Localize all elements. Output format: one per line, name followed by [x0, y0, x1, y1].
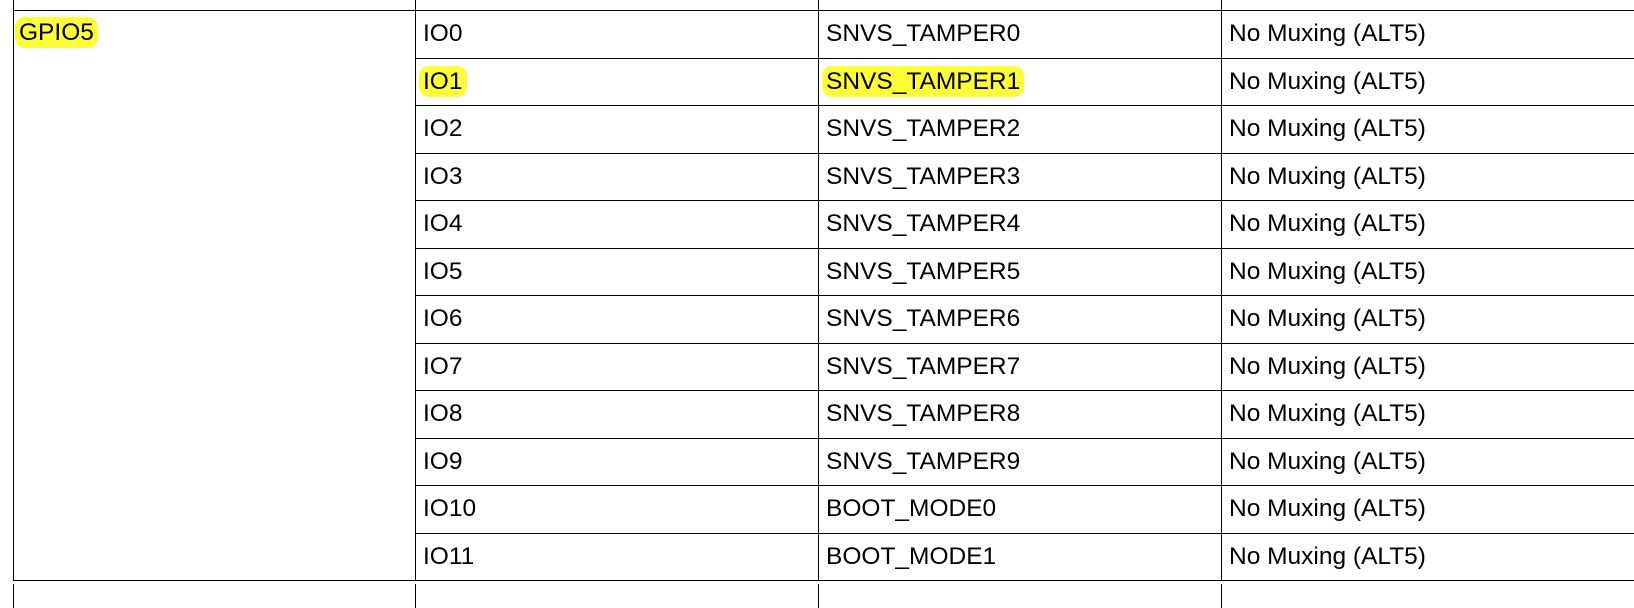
pad-name-text: SNVS_TAMPER1: [822, 65, 1025, 97]
pad-name-text: SNVS_TAMPER6: [826, 305, 1021, 333]
mux-mode-cell: No Muxing (ALT5): [1221, 342, 1634, 391]
pad-name-cell: BOOT_MODE0: [818, 485, 1222, 534]
mux-mode-cell: No Muxing (ALT5): [1221, 437, 1634, 486]
mux-mode-text: No Muxing (ALT5): [1229, 115, 1426, 143]
io-cell: IO3: [415, 152, 819, 201]
mux-mode-cell: No Muxing (ALT5): [1221, 390, 1634, 439]
pad-name-text: SNVS_TAMPER5: [826, 257, 1021, 285]
table-body: GPIO5 IO0 SNVS_TAMPER0 No Muxing (ALT5) IO…: [13, 10, 1634, 581]
table-rule-stub: [818, 584, 819, 608]
io-text: IO2: [423, 115, 463, 143]
mux-mode-text: No Muxing (ALT5): [1229, 305, 1426, 333]
mux-mode-text: No Muxing (ALT5): [1229, 20, 1426, 48]
io-text: IO10: [423, 495, 477, 523]
mux-mode-text: No Muxing (ALT5): [1229, 400, 1426, 428]
pad-name-text: SNVS_TAMPER9: [826, 447, 1021, 475]
mux-mode-cell: No Muxing (ALT5): [1221, 10, 1634, 59]
document-page: GPIO5 IO0 SNVS_TAMPER0 No Muxing (ALT5) IO…: [0, 0, 1634, 608]
table-rule-stub: [13, 584, 14, 608]
gpio-group-cell: GPIO5: [13, 10, 416, 581]
table-rule-stub: [415, 0, 416, 10]
mux-mode-cell: No Muxing (ALT5): [1221, 57, 1634, 106]
mux-mode-text: No Muxing (ALT5): [1229, 542, 1426, 570]
io-text: IO1: [419, 65, 467, 97]
io-cell: IO2: [415, 105, 819, 154]
io-cell: IO7: [415, 342, 819, 391]
io-text: IO4: [423, 210, 463, 238]
io-cell: IO8: [415, 390, 819, 439]
table-rule-stub: [415, 584, 416, 608]
pad-name-cell: SNVS_TAMPER6: [818, 295, 1222, 344]
pad-name-text: SNVS_TAMPER3: [826, 162, 1021, 190]
pad-name-cell: SNVS_TAMPER7: [818, 342, 1222, 391]
io-cell: IO6: [415, 295, 819, 344]
mux-mode-cell: No Muxing (ALT5): [1221, 532, 1634, 581]
io-text: IO0: [423, 20, 463, 48]
pad-name-cell: SNVS_TAMPER9: [818, 437, 1222, 486]
io-text: IO7: [423, 352, 463, 380]
table-row: GPIO5 IO0 SNVS_TAMPER0 No Muxing (ALT5): [13, 10, 1634, 581]
mux-mode-text: No Muxing (ALT5): [1229, 162, 1426, 190]
io-cell: IO1: [415, 57, 819, 106]
pad-name-cell: SNVS_TAMPER1: [818, 57, 1222, 106]
pad-name-text: SNVS_TAMPER2: [826, 115, 1021, 143]
pad-name-text: SNVS_TAMPER7: [826, 352, 1021, 380]
pad-name-text: BOOT_MODE1: [826, 542, 997, 570]
io-text: IO11: [423, 542, 475, 570]
pad-name-cell: SNVS_TAMPER4: [818, 200, 1222, 249]
io-text: IO9: [423, 447, 463, 475]
io-cell: IO10: [415, 485, 819, 534]
pad-name-text: SNVS_TAMPER8: [826, 400, 1021, 428]
mux-mode-text: No Muxing (ALT5): [1229, 210, 1426, 238]
io-text: IO8: [423, 400, 463, 428]
pad-name-cell: SNVS_TAMPER2: [818, 105, 1222, 154]
pad-name-cell: SNVS_TAMPER0: [818, 10, 1222, 59]
mux-mode-text: No Muxing (ALT5): [1229, 67, 1426, 95]
io-text: IO5: [423, 257, 463, 285]
io-cell: IO11: [415, 532, 819, 581]
mux-mode-cell: No Muxing (ALT5): [1221, 485, 1634, 534]
pad-name-cell: BOOT_MODE1: [818, 532, 1222, 581]
io-cell: IO4: [415, 200, 819, 249]
pad-name-cell: SNVS_TAMPER8: [818, 390, 1222, 439]
io-text: IO3: [423, 162, 463, 190]
io-cell: IO5: [415, 247, 819, 296]
pad-name-text: SNVS_TAMPER0: [826, 20, 1021, 48]
io-text: IO6: [423, 305, 463, 333]
table-rule-stub: [1221, 0, 1222, 10]
mux-mode-cell: No Muxing (ALT5): [1221, 247, 1634, 296]
mux-mode-cell: No Muxing (ALT5): [1221, 200, 1634, 249]
mux-mode-text: No Muxing (ALT5): [1229, 257, 1426, 285]
gpio-group-label: GPIO5: [15, 17, 98, 48]
mux-mode-cell: No Muxing (ALT5): [1221, 295, 1634, 344]
mux-mode-text: No Muxing (ALT5): [1229, 447, 1426, 475]
pad-name-cell: SNVS_TAMPER5: [818, 247, 1222, 296]
pad-name-cell: SNVS_TAMPER3: [818, 152, 1222, 201]
table-rule-stub: [1221, 584, 1222, 608]
io-cell: IO9: [415, 437, 819, 486]
io-cell: IO0: [415, 10, 819, 59]
pad-name-text: SNVS_TAMPER4: [826, 210, 1021, 238]
mux-mode-cell: No Muxing (ALT5): [1221, 105, 1634, 154]
table-rule-stub: [818, 0, 819, 10]
table-rule-stub: [13, 0, 14, 10]
gpio-pinmux-table: GPIO5 IO0 SNVS_TAMPER0 No Muxing (ALT5) IO…: [13, 10, 1634, 581]
mux-mode-text: No Muxing (ALT5): [1229, 352, 1426, 380]
pad-name-text: BOOT_MODE0: [826, 495, 997, 523]
mux-mode-text: No Muxing (ALT5): [1229, 495, 1426, 523]
mux-mode-cell: No Muxing (ALT5): [1221, 152, 1634, 201]
